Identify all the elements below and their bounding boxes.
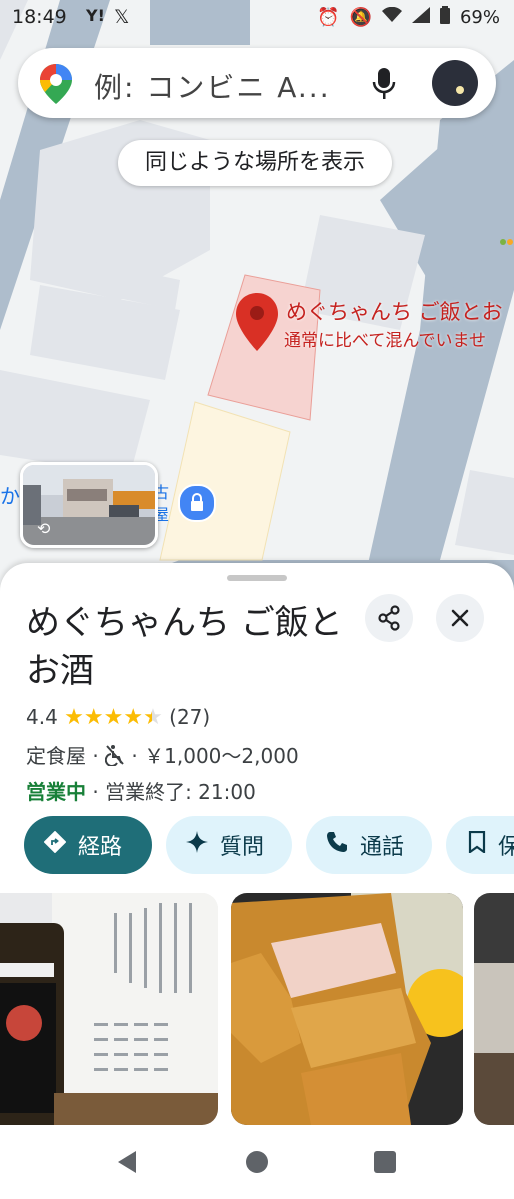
category: 定食屋 ·: [26, 744, 106, 768]
save-label: 保: [498, 835, 514, 860]
directions-button[interactable]: 経路: [24, 816, 152, 874]
close-icon: [451, 609, 469, 627]
photo-interior[interactable]: [474, 893, 514, 1125]
system-nav-bar: [0, 1127, 514, 1199]
share-icon: [378, 605, 400, 631]
no-wheelchair-icon: [104, 744, 125, 771]
rating-stars: ★★★★★: [64, 705, 163, 730]
pin-label-name[interactable]: めぐちゃんち ご飯とお: [286, 296, 503, 326]
ask-label: 質問: [220, 835, 265, 860]
search-input[interactable]: 例: コンビニ A...: [94, 66, 331, 106]
battery-icon: [439, 6, 450, 29]
rating-value: 4.4: [26, 705, 58, 729]
place-pin-icon[interactable]: [236, 293, 278, 355]
x-icon: 𝕏: [114, 6, 130, 28]
place-bottom-sheet[interactable]: めぐちゃんち ご飯とお酒 4.4 ★★★★★ (27) 定食屋 · · ￥1,0…: [0, 563, 514, 1199]
alarm-icon: ⏰: [317, 7, 340, 28]
category-row: 定食屋 · · ￥1,000〜2,000: [26, 740, 299, 771]
sparkle-icon: [186, 831, 208, 859]
phone-icon: [326, 831, 348, 859]
status-right: ⏰ 🔕 69%: [317, 6, 500, 29]
pin-label-status: 通常に比べて混んでいませ: [284, 331, 486, 351]
open-status: 営業中: [26, 780, 86, 804]
directions-label: 経路: [78, 835, 123, 860]
street-view-thumbnail[interactable]: ⟲: [20, 462, 158, 548]
lock-poi-icon[interactable]: [178, 484, 216, 522]
ask-button[interactable]: 質問: [166, 816, 292, 874]
mute-icon: 🔕: [349, 7, 372, 28]
photo-tonkatsu[interactable]: [231, 893, 463, 1125]
search-bar[interactable]: 例: コンビニ A...: [18, 48, 496, 118]
save-button[interactable]: 保: [446, 816, 514, 874]
rotate-360-icon: ⟲: [37, 519, 51, 538]
yahoo-icon: Y!: [86, 6, 105, 25]
maps-logo-icon: [40, 64, 72, 108]
signal-icon: [411, 7, 430, 28]
review-count[interactable]: (27): [169, 705, 210, 729]
price-range: ￥1,000〜2,000: [144, 744, 299, 768]
closing-time: · 営業終了: 21:00: [86, 780, 256, 804]
call-button[interactable]: 通話: [306, 816, 432, 874]
status-time: 18:49: [12, 6, 67, 28]
recents-button[interactable]: [374, 1151, 396, 1173]
directions-icon: [43, 830, 67, 859]
place-title: めぐちゃんち ご飯とお酒: [26, 603, 343, 691]
hours-row[interactable]: 営業中 · 営業終了: 21:00: [26, 776, 256, 805]
wifi-icon: [381, 6, 402, 28]
avatar[interactable]: [432, 60, 478, 106]
photo-menu[interactable]: [0, 893, 218, 1125]
rating-row[interactable]: 4.4 ★★★★★ (27): [26, 705, 210, 730]
home-button[interactable]: [246, 1151, 268, 1173]
similar-places-chip[interactable]: 同じような場所を表示: [118, 140, 392, 186]
bookmark-icon: [468, 830, 486, 859]
drag-handle[interactable]: [227, 575, 287, 581]
back-button[interactable]: [116, 1149, 138, 1179]
close-button[interactable]: [436, 594, 484, 642]
share-button[interactable]: [365, 594, 413, 642]
mic-icon[interactable]: [372, 68, 396, 104]
battery-percent: 69%: [459, 7, 500, 28]
status-bar: 18:49 Y! 𝕏 ⏰ 🔕 69%: [0, 0, 514, 36]
call-label: 通話: [360, 835, 405, 860]
map-edge-label: か: [0, 484, 20, 508]
